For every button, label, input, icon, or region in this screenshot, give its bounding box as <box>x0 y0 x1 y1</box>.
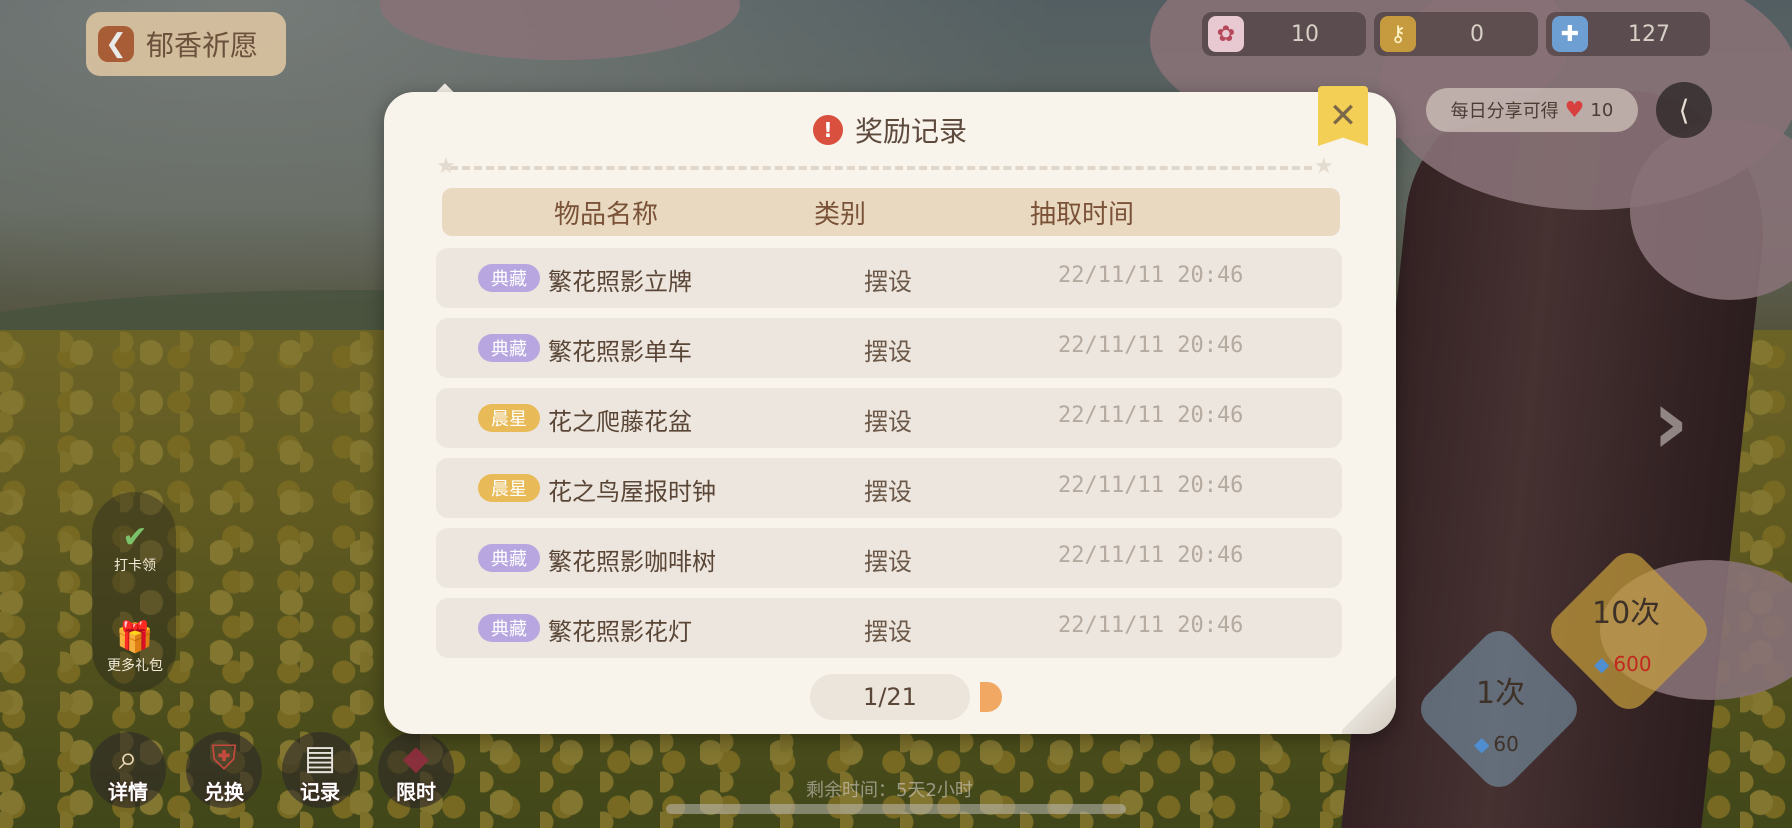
rarity-badge: 典藏 <box>478 264 540 292</box>
rarity-badge: 晨星 <box>478 474 540 502</box>
reward-record-dialog: ! 奖励记录 ★ ★ ✕ 物品名称 类别 抽取时间 典藏 繁花照影立牌 摆设 2… <box>384 86 1396 734</box>
currency-value: 0 <box>1470 21 1484 47</box>
heart-icon: ♥ <box>1564 97 1585 123</box>
table-row: 晨星 花之鸟屋报时钟 摆设 22/11/11 20:46 <box>436 458 1342 518</box>
title-divider <box>450 166 1312 170</box>
dialog-header: ! 奖励记录 <box>384 110 1396 150</box>
item-category: 摆设 <box>864 268 912 296</box>
share-reward-label: 每日分享可得 <box>1450 101 1559 122</box>
item-name: 花之爬藤花盆 <box>548 408 692 436</box>
page-indicator: 1/21 <box>810 674 970 720</box>
share-reward-amount: 10 <box>1590 99 1614 121</box>
crystal-plus-icon: ✚ <box>1552 16 1588 52</box>
next-banner-arrow-icon[interactable]: › <box>1652 370 1689 475</box>
next-page-button[interactable] <box>980 682 1002 712</box>
draw-time: 22/11/11 20:46 <box>1058 263 1244 288</box>
table-header: 物品名称 类别 抽取时间 <box>442 188 1340 236</box>
home-indicator <box>666 804 1126 814</box>
daily-share-reward[interactable]: 每日分享可得 ♥ 10 <box>1426 88 1638 132</box>
rarity-badge: 晨星 <box>478 404 540 432</box>
checkmark-icon: ✔ <box>122 520 148 555</box>
currency-crystal[interactable]: ✚ 127 <box>1546 12 1710 56</box>
limited-label: 限时 <box>396 780 436 804</box>
item-category: 摆设 <box>864 408 912 436</box>
draw-ten-cost-value: 600 <box>1613 652 1652 676</box>
column-header-draw-time: 抽取时间 <box>1030 199 1135 230</box>
share-icon: ⟨ <box>1678 93 1690 127</box>
draw-time: 22/11/11 20:46 <box>1058 543 1244 568</box>
more-gifts-button[interactable]: 🎁 更多礼包 <box>100 620 170 675</box>
exchange-label: 兑换 <box>204 780 244 804</box>
sakura-ticket-icon: ✿ <box>1208 16 1244 52</box>
exchange-icon: ⛨ <box>211 738 237 778</box>
column-header-item-name: 物品名称 <box>554 199 659 230</box>
share-button[interactable]: ⟨ <box>1656 82 1712 138</box>
draw-once-cost-value: 60 <box>1493 732 1519 756</box>
table-row: 典藏 繁花照影立牌 摆设 22/11/11 20:46 <box>436 248 1342 308</box>
column-header-category: 类别 <box>814 199 867 230</box>
draw-ten-label: 10次 <box>1592 596 1661 631</box>
back-arrow-icon: ❮ <box>98 26 134 62</box>
crystal-icon: ◆ <box>1474 732 1490 756</box>
more-gifts-label: 更多礼包 <box>107 658 163 674</box>
currency-sakura-ticket[interactable]: ✿ 10 <box>1202 12 1366 56</box>
rarity-badge: 典藏 <box>478 544 540 572</box>
table-row: 典藏 繁花照影花灯 摆设 22/11/11 20:46 <box>436 598 1342 658</box>
close-icon: ✕ <box>1328 96 1358 136</box>
draw-time: 22/11/11 20:46 <box>1058 403 1244 428</box>
record-icon: ▤ <box>303 738 337 778</box>
item-category: 摆设 <box>864 548 912 576</box>
star-icon: ★ <box>1314 154 1334 179</box>
item-category: 摆设 <box>864 478 912 506</box>
draw-once-cost: ◆ 60 <box>1474 732 1519 756</box>
magnifier-icon: ⌕ <box>118 738 138 778</box>
item-name: 繁花照影单车 <box>548 338 692 366</box>
back-button[interactable]: ❮ 郁香祈愿 <box>86 12 286 76</box>
table-row: 典藏 繁花照影咖啡树 摆设 22/11/11 20:46 <box>436 528 1342 588</box>
draw-once-label: 1次 <box>1476 676 1526 711</box>
currency-value: 127 <box>1628 21 1670 47</box>
draw-time: 22/11/11 20:46 <box>1058 613 1244 638</box>
draw-time: 22/11/11 20:46 <box>1058 333 1244 358</box>
details-label: 详情 <box>108 780 148 804</box>
check-in-label: 打卡领 <box>114 558 156 574</box>
item-name: 繁花照影花灯 <box>548 618 692 646</box>
key-icon: ⚷ <box>1380 16 1416 52</box>
gift-icon: 🎁 <box>116 620 154 655</box>
item-name: 繁花照影咖啡树 <box>548 548 716 576</box>
table-row: 晨星 花之爬藤花盆 摆设 22/11/11 20:46 <box>436 388 1342 448</box>
item-category: 摆设 <box>864 618 912 646</box>
limited-icon: ◆ <box>402 738 430 778</box>
draw-time: 22/11/11 20:46 <box>1058 473 1244 498</box>
alert-icon: ! <box>812 115 843 145</box>
item-name: 花之鸟屋报时钟 <box>548 478 716 506</box>
page-title: 郁香祈愿 <box>146 29 259 62</box>
draw-ten-cost: ◆ 600 <box>1594 652 1652 676</box>
currency-value: 10 <box>1291 21 1319 47</box>
item-category: 摆设 <box>864 338 912 366</box>
currency-key[interactable]: ⚷ 0 <box>1374 12 1538 56</box>
remaining-time: 剩余时间：5天2小时 <box>806 780 973 801</box>
rarity-badge: 典藏 <box>478 614 540 642</box>
item-name: 繁花照影立牌 <box>548 268 692 296</box>
rarity-badge: 典藏 <box>478 334 540 362</box>
crystal-icon: ◆ <box>1594 652 1610 676</box>
close-button[interactable]: ✕ <box>1318 86 1368 146</box>
check-in-button[interactable]: ✔ 打卡领 <box>100 520 170 575</box>
record-label: 记录 <box>300 780 340 804</box>
table-row: 典藏 繁花照影单车 摆设 22/11/11 20:46 <box>436 318 1342 378</box>
dialog-title: 奖励记录 <box>854 115 967 148</box>
